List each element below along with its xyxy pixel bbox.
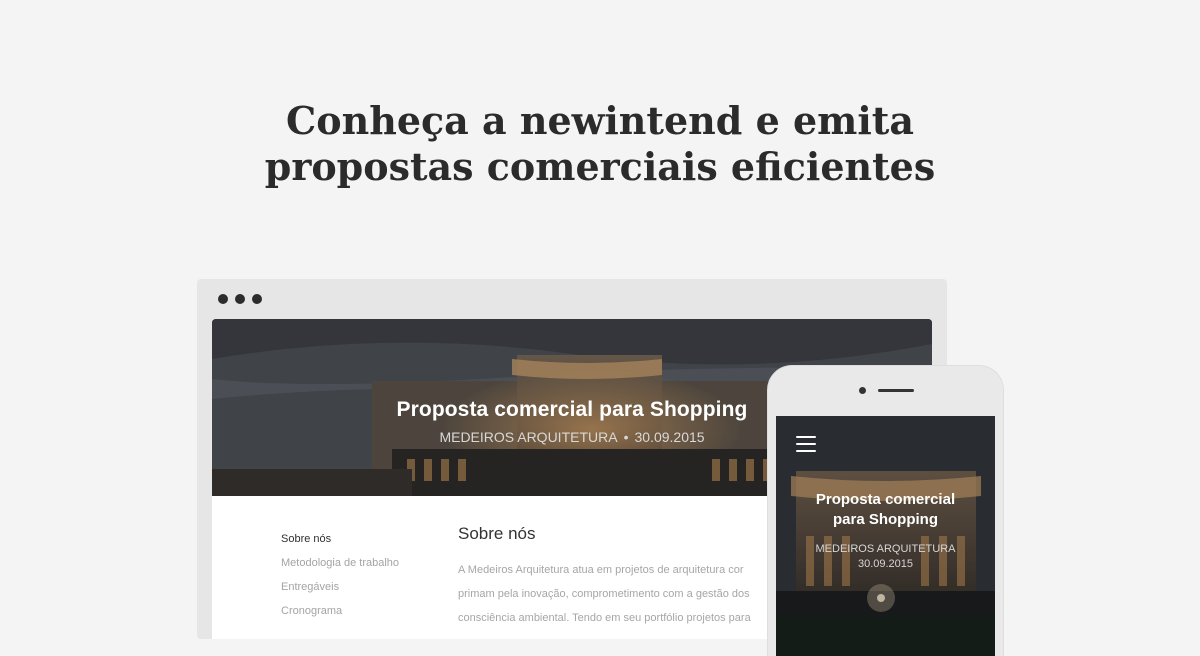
- page-headline: Conheça a newintend e emita propostas co…: [0, 98, 1200, 190]
- mobile-company-name: MEDEIROS ARQUITETURA: [815, 543, 956, 555]
- phone-hero-text: Proposta comercial para Shopping MEDEIRO…: [776, 490, 995, 572]
- window-dot-icon: [218, 294, 228, 304]
- phone-mockup: Proposta comercial para Shopping MEDEIRO…: [768, 366, 1003, 656]
- phone-speaker-icon: [878, 389, 914, 392]
- nav-item-metodologia[interactable]: Metodologia de trabalho: [281, 551, 399, 575]
- mobile-proposal-date: 30.09.2015: [857, 558, 914, 570]
- headline-line-1: Conheça a newintend e emita: [285, 98, 914, 143]
- bullet-separator: •: [623, 429, 629, 445]
- window-controls: [218, 294, 262, 304]
- mobile-proposal-meta: MEDEIROS ARQUITETURA 30.09.2015: [776, 542, 995, 572]
- mobile-proposal-title: Proposta comercial para Shopping: [776, 490, 995, 530]
- mobile-title-line-2: para Shopping: [833, 511, 938, 528]
- section-nav: Sobre nós Metodologia de trabalho Entreg…: [281, 527, 399, 623]
- phone-screen: Proposta comercial para Shopping MEDEIRO…: [776, 416, 995, 656]
- nav-item-entregaveis[interactable]: Entregáveis: [281, 575, 399, 599]
- company-name: MEDEIROS ARQUITETURA: [439, 429, 618, 445]
- proposal-date: 30.09.2015: [634, 429, 705, 445]
- nav-item-cronograma[interactable]: Cronograma: [281, 599, 399, 623]
- phone-camera-icon: [859, 387, 866, 394]
- headline-line-2: propostas comerciais eficientes: [264, 144, 936, 189]
- nav-item-sobre-nos[interactable]: Sobre nós: [281, 527, 399, 551]
- window-dot-icon: [235, 294, 245, 304]
- mobile-title-line-1: Proposta comercial: [815, 491, 956, 508]
- window-dot-icon: [252, 294, 262, 304]
- hamburger-menu-icon[interactable]: [796, 436, 816, 457]
